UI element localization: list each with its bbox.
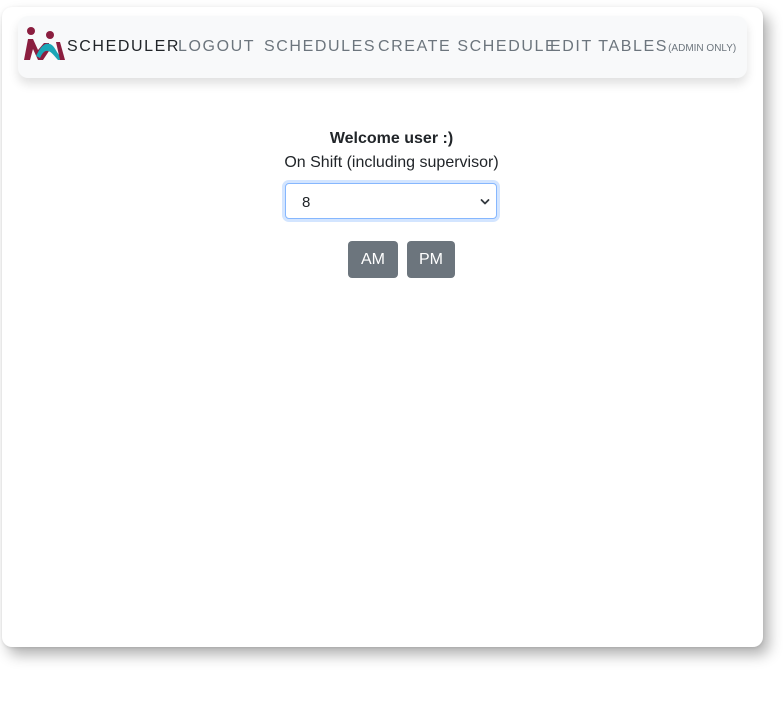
pm-button[interactable]: PM: [407, 241, 455, 278]
main-card: [2, 7, 763, 647]
brand-title[interactable]: SCHEDULER: [67, 38, 180, 56]
nav-logout-link[interactable]: LOGOUT: [178, 38, 255, 56]
welcome-message: Welcome user :): [329, 130, 454, 147]
nav-edit-tables-link[interactable]: EDIT TABLES(ADMIN ONLY): [550, 38, 736, 58]
nav-edit-tables-label: EDIT TABLES: [550, 38, 669, 55]
shift-label: On Shift (including supervisor): [284, 154, 499, 171]
nav-create-schedule-link[interactable]: CREATE SCHEDULE: [378, 38, 557, 56]
on-shift-select[interactable]: 8: [285, 183, 497, 219]
on-shift-select-value: 8: [302, 194, 311, 211]
admin-only-note: (ADMIN ONLY): [668, 43, 737, 54]
nav-schedules-link[interactable]: SCHEDULES: [264, 38, 376, 56]
am-button[interactable]: AM: [348, 241, 398, 278]
navbar: SCHEDULER LOGOUT SCHEDULES CREATE SCHEDU…: [18, 16, 747, 78]
chevron-down-icon: [480, 199, 490, 205]
people-logo-icon[interactable]: [22, 26, 66, 62]
